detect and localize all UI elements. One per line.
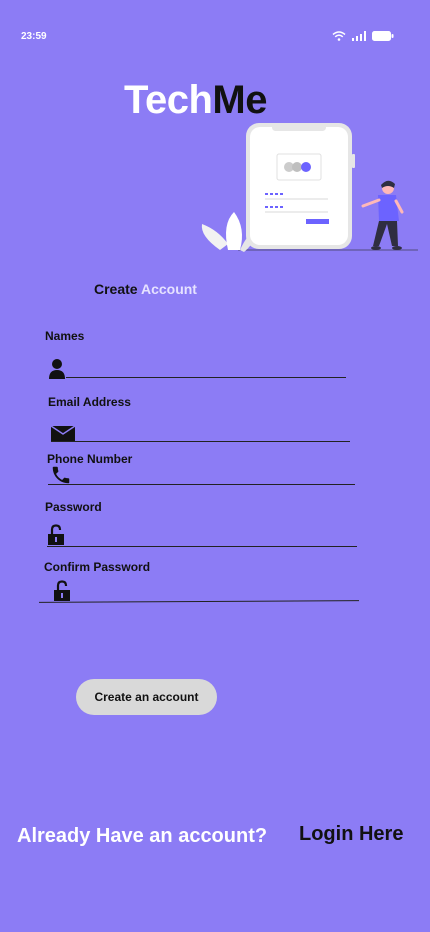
heading-create: Create: [94, 281, 138, 297]
confirm-password-label: Confirm Password: [44, 560, 151, 574]
logo-tech: Tech: [124, 78, 213, 122]
phone-input[interactable]: [48, 484, 355, 485]
email-label: Email Address: [48, 395, 131, 409]
app-logo: TechMe: [124, 78, 267, 123]
already-have-account-text: Already Have an account?: [17, 825, 268, 847]
person-icon: [49, 359, 65, 379]
wifi-icon: [332, 31, 346, 41]
create-account-heading: Create Account: [94, 281, 197, 297]
email-input[interactable]: [51, 441, 350, 442]
create-account-button[interactable]: Create an account: [76, 679, 217, 715]
names-label: Names: [45, 329, 85, 343]
status-icons: [332, 31, 394, 41]
names-input[interactable]: [66, 377, 346, 378]
signal-icon: [352, 31, 366, 41]
heading-account: Account: [140, 281, 197, 297]
phone-icon: [52, 466, 70, 484]
password-input[interactable]: [47, 546, 357, 547]
battery-icon: [372, 31, 394, 41]
login-here-link[interactable]: Login Here: [299, 823, 403, 846]
logo-me: Me: [212, 78, 267, 122]
status-time: 23:59: [21, 31, 47, 42]
password-label: Password: [45, 500, 102, 514]
envelope-icon: [51, 426, 75, 441]
lock-open-icon: [54, 580, 70, 601]
signup-illustration: [201, 123, 418, 252]
confirm-password-input[interactable]: [38, 600, 360, 603]
lock-open-icon: [48, 524, 64, 545]
